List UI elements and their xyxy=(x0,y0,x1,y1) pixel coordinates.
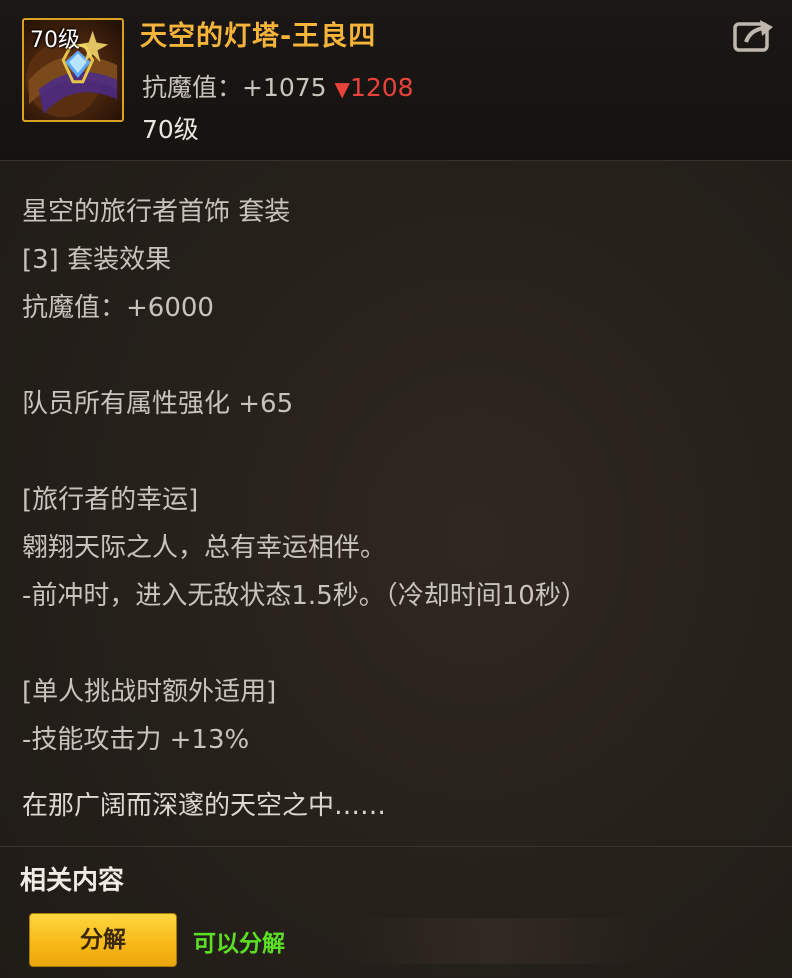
set-bonus-stat: 抗魔值：+6000 xyxy=(22,293,214,323)
stat-value: +1075 xyxy=(242,73,327,102)
down-arrow-icon: ▼ xyxy=(334,77,350,101)
flavor-text: 在那广阔而深邃的天空之中…… xyxy=(22,791,387,821)
set-effect-header: [3] 套装效果 xyxy=(22,245,172,275)
item-header: 70级 天空的灯塔-王良四 抗魔值：+1075 ▼1208 70级 xyxy=(0,0,792,161)
item-tooltip-panel: 70级 天空的灯塔-王良四 抗魔值：+1075 ▼1208 70级 星空的旅行者… xyxy=(0,0,792,978)
blurred-area xyxy=(340,918,650,964)
set-name: 星空的旅行者首饰 套装 xyxy=(22,197,291,227)
decompose-button[interactable]: 分解 xyxy=(29,913,177,967)
stat-diff: 1208 xyxy=(349,73,414,102)
solo-title: [单人挑战时额外适用] xyxy=(22,677,277,707)
item-name: 天空的灯塔-王良四 xyxy=(140,21,377,52)
decompose-status: 可以分解 xyxy=(193,931,285,957)
party-bonus: 队员所有属性强化 +65 xyxy=(22,389,294,419)
stat-label: 抗魔值： xyxy=(142,73,243,102)
share-icon[interactable] xyxy=(732,16,776,54)
skill-description: 翱翔天际之人，总有幸运相伴。 xyxy=(22,533,387,563)
amulet-icon[interactable]: 70级 xyxy=(22,18,124,122)
divider xyxy=(0,846,792,847)
item-level-tag: 70级 xyxy=(30,28,80,53)
solo-effect: -技能攻击力 +13% xyxy=(22,725,250,755)
skill-effect: -前冲时，进入无敌状态1.5秒。（冷却时间10秒） xyxy=(22,581,587,611)
set-effect-section: 星空的旅行者首饰 套装 [3] 套装效果 抗魔值：+6000 队员所有属性强化 … xyxy=(22,188,762,764)
item-level: 70级 xyxy=(142,115,199,144)
item-stat-line: 抗魔值：+1075 ▼1208 xyxy=(142,68,414,104)
skill-title: [旅行者的幸运] xyxy=(22,485,199,515)
related-content-title: 相关内容 xyxy=(20,866,125,896)
